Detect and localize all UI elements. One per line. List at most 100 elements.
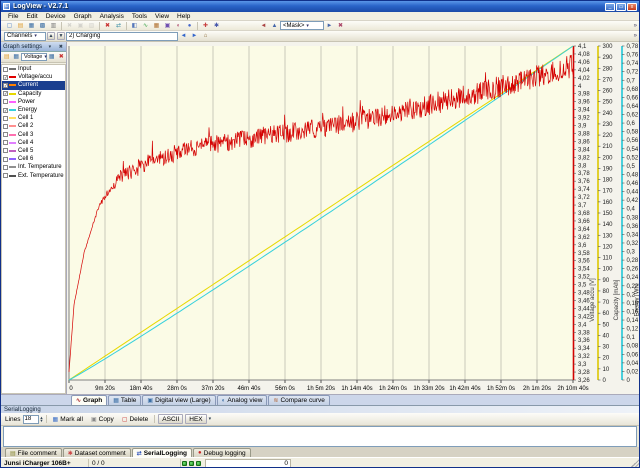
table-view-icon[interactable]: ▦ <box>152 22 161 30</box>
channel-checkbox[interactable] <box>3 173 8 178</box>
print-icon[interactable]: ▥ <box>49 22 58 30</box>
tab-analog-view[interactable]: ◐Analog view <box>217 395 268 405</box>
channel-row-current[interactable]: ✓Current <box>2 81 65 89</box>
save-all-icon[interactable]: ▩ <box>38 22 47 30</box>
channel-checkbox[interactable]: ✓ <box>3 83 8 88</box>
graph-settings-header[interactable]: Graph settings ▾ ✖ <box>1 42 66 52</box>
channel-checkbox[interactable]: ✓ <box>3 75 8 80</box>
toolbar-overflow-icon[interactable]: » <box>634 23 637 29</box>
channel-row-power[interactable]: Power <box>2 98 65 106</box>
mask-combo-value: <Mask> <box>283 22 304 30</box>
channel-row-energy[interactable]: ✓Energy <box>2 106 65 114</box>
channelbar-overflow-icon[interactable]: » <box>634 33 637 39</box>
channel-row-cell-4[interactable]: Cell 4 <box>2 139 65 147</box>
mask-edit-icon[interactable]: ▲ <box>270 22 279 30</box>
channel-row-cell-2[interactable]: Cell 2 <box>2 122 65 130</box>
channel-up-icon[interactable]: ▲ <box>47 32 55 40</box>
session-name-input[interactable] <box>66 32 178 41</box>
tab-table[interactable]: ▦Table <box>108 395 141 405</box>
channels-combo[interactable]: Channels ▾ <box>4 32 46 41</box>
save-settings-icon[interactable]: ▦ <box>13 53 21 61</box>
load-settings-icon[interactable]: ▤ <box>3 53 11 61</box>
mode-hex-button[interactable]: HEX <box>185 414 206 424</box>
service-icon[interactable]: ✚ <box>201 22 210 30</box>
tab-file-comment[interactable]: ▤File comment <box>5 448 62 457</box>
channel-row-cell-5[interactable]: Cell 5 <box>2 147 65 155</box>
channel-checkbox[interactable] <box>3 132 8 137</box>
preset-combo[interactable]: Voltage▾ <box>21 53 47 61</box>
open-icon[interactable]: ▤ <box>16 22 25 30</box>
channel-checkbox[interactable] <box>3 165 8 170</box>
panel-menu-icon[interactable]: ▾ <box>48 44 53 50</box>
tab-digital-view-large[interactable]: ▣Digital view (Large) <box>142 395 215 405</box>
menu-help[interactable]: Help <box>173 13 194 20</box>
minimize-button[interactable]: _ <box>605 3 615 11</box>
mask-apply-icon[interactable]: ► <box>325 22 334 30</box>
save-preset-icon[interactable]: ▦ <box>48 53 56 61</box>
channel-row-ext-temperature[interactable]: Ext. Temperature <box>2 171 65 179</box>
delete-icon[interactable]: ✖ <box>103 22 112 30</box>
channel-checkbox[interactable] <box>3 140 8 145</box>
maximize-button[interactable]: ▭ <box>616 3 626 11</box>
tab-debug-logging[interactable]: ●Debug logging <box>193 448 251 457</box>
tab-compare-curve[interactable]: ≋Compare curve <box>268 395 329 405</box>
channel-checkbox[interactable]: ✓ <box>3 108 8 113</box>
channel-row-input[interactable]: Input <box>2 65 65 73</box>
mask-prev-icon[interactable]: ◄ <box>259 22 268 30</box>
prev-dataset-icon[interactable]: ◄ <box>179 32 188 40</box>
lines-updown[interactable]: ▲▼ <box>40 416 44 423</box>
new-icon[interactable]: ▢ <box>5 22 14 30</box>
mode-ascii-button[interactable]: ASCII <box>158 414 183 424</box>
settings-icon[interactable]: ✱ <box>212 22 221 30</box>
channel-row-voltage-accu[interactable]: ✓Voltage/accu <box>2 73 65 81</box>
copy-button[interactable]: ▣Copy <box>88 414 117 425</box>
tab-dataset-comment[interactable]: ✱Dataset comment <box>63 448 131 457</box>
chart-canvas[interactable]: 09m 20s18m 40s28m 0s37m 20s46m 40s56m 0s… <box>67 42 640 394</box>
channel-row-capacity[interactable]: ✓Capacity <box>2 90 65 98</box>
delete-preset-icon[interactable]: ✖ <box>58 53 66 61</box>
menu-graph[interactable]: Graph <box>70 13 96 20</box>
channel-row-cell-3[interactable]: Cell 3 <box>2 131 65 139</box>
channel-down-icon[interactable]: ▼ <box>57 32 65 40</box>
menu-device[interactable]: Device <box>42 13 70 20</box>
clock-icon[interactable]: ● <box>185 22 194 30</box>
channel-row-cell-6[interactable]: Cell 6 <box>2 155 65 163</box>
title-bar[interactable]: L LogView - V2.7.1 _ ▭ x <box>1 1 639 12</box>
tab-seriallogging[interactable]: ⇄SerialLogging <box>132 448 192 457</box>
digital-view-icon[interactable]: ▣ <box>163 22 172 30</box>
channel-checkbox[interactable] <box>3 157 8 162</box>
window-view-icon[interactable]: ◧ <box>130 22 139 30</box>
graph-view-icon[interactable]: ∿ <box>141 22 150 30</box>
y-tick-label: 90 <box>603 278 610 284</box>
next-dataset-icon[interactable]: ► <box>190 32 199 40</box>
mark-all-button[interactable]: ▦Mark all <box>50 414 86 425</box>
analog-view-icon[interactable]: ◐ <box>174 22 183 30</box>
lines-spinner[interactable] <box>23 415 39 424</box>
channel-checkbox[interactable] <box>3 116 8 121</box>
channel-checkbox[interactable] <box>3 124 8 129</box>
mask-delete-icon[interactable]: ✖ <box>336 22 345 30</box>
close-button[interactable]: x <box>627 3 637 11</box>
channel-row-cell-1[interactable]: Cell 1 <box>2 114 65 122</box>
menu-analysis[interactable]: Analysis <box>96 13 128 20</box>
modes-dropdown-icon[interactable]: ▾ <box>209 416 212 422</box>
serial-logging-output[interactable] <box>3 426 637 447</box>
connect-device-icon[interactable]: ⇄ <box>114 22 123 30</box>
channel-row-int-temperature[interactable]: Int. Temperature <box>2 163 65 171</box>
menu-tools[interactable]: Tools <box>128 13 151 20</box>
serial-logging-header[interactable]: SerialLogging <box>1 405 639 413</box>
tab-graph[interactable]: ∿Graph <box>71 395 107 405</box>
delete-button[interactable]: ▢Delete <box>119 414 151 425</box>
channel-checkbox[interactable]: ✓ <box>3 91 8 96</box>
resize-grip[interactable] <box>630 459 639 468</box>
menu-edit[interactable]: Edit <box>22 13 41 20</box>
save-icon[interactable]: ▦ <box>27 22 36 30</box>
mask-combo[interactable]: <Mask>▾ <box>280 21 324 30</box>
channel-checkbox[interactable] <box>3 148 8 153</box>
channel-checkbox[interactable] <box>3 99 8 104</box>
menu-view[interactable]: View <box>151 13 173 20</box>
home-icon[interactable]: ⌂ <box>201 32 210 40</box>
menu-file[interactable]: File <box>4 13 22 20</box>
panel-close-icon[interactable]: ✖ <box>58 44 64 50</box>
channel-checkbox[interactable] <box>3 67 8 72</box>
